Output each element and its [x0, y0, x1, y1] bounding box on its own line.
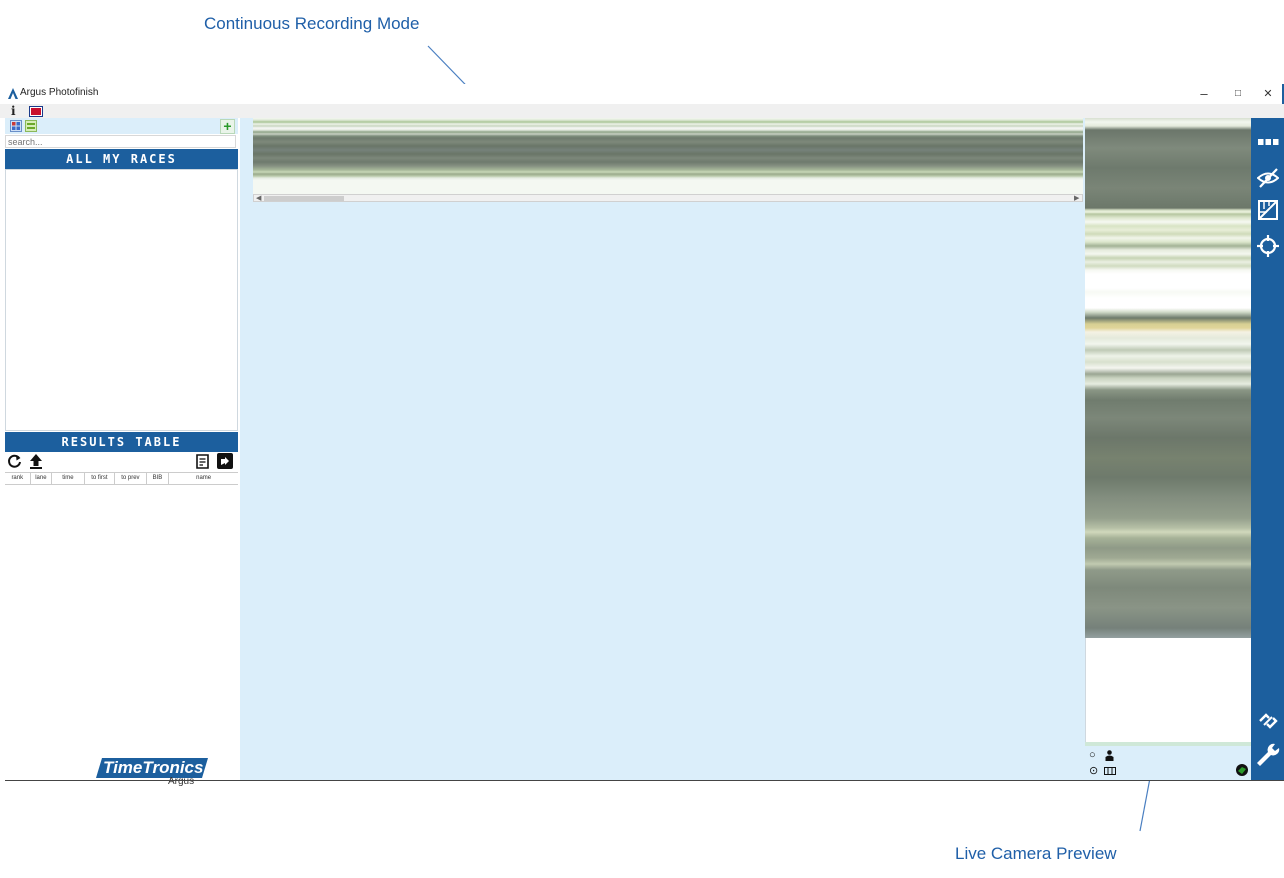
menu-bar: i — [0, 104, 1284, 118]
window-title: Argus Photofinish — [20, 87, 99, 98]
search-input[interactable] — [5, 135, 236, 148]
minimize-button[interactable]: – — [1193, 85, 1215, 103]
refresh-icon[interactable] — [7, 454, 22, 469]
col-to-prev[interactable]: to prev — [115, 473, 147, 484]
races-toolbar: + — [5, 118, 238, 134]
add-race-button[interactable]: + — [220, 119, 235, 134]
language-flag-icon[interactable] — [30, 107, 42, 116]
argus-app-icon — [8, 88, 18, 99]
right-toolbar — [1251, 118, 1284, 780]
record-circle-icon[interactable]: ○ — [1089, 749, 1096, 761]
film-icon[interactable] — [1104, 767, 1116, 775]
unlink-icon[interactable] — [1257, 710, 1279, 732]
live-camera-preview[interactable] — [1085, 118, 1251, 638]
upload-icon[interactable] — [29, 453, 43, 469]
crosshair-icon[interactable] — [1257, 235, 1279, 257]
race-view-icon[interactable] — [10, 120, 22, 132]
continuous-recording-strip[interactable] — [253, 118, 1083, 180]
target-icon[interactable]: ⊙ — [1089, 764, 1098, 777]
all-my-races-header: ALL MY RACES — [5, 149, 238, 169]
workspace: ◀ ▶ — [240, 118, 1085, 780]
dots-menu-icon[interactable] — [1257, 132, 1279, 154]
restore-button[interactable]: □ — [1227, 85, 1249, 103]
preview-controls: ○ ⊙ — [1085, 742, 1251, 780]
app-window: Argus Photofinish – □ ✕ i + ALL — [0, 84, 1284, 787]
col-lane[interactable]: lane — [31, 473, 53, 484]
window-bottom-border — [5, 780, 1284, 781]
logo-product: Argus — [168, 776, 195, 787]
scrollbar-thumb[interactable] — [264, 196, 344, 201]
export-icon[interactable] — [217, 453, 233, 469]
col-rank[interactable]: rank — [5, 473, 31, 484]
col-bib[interactable]: BIB — [147, 473, 170, 484]
preview-blank-area — [1085, 638, 1251, 742]
results-toolbar — [5, 452, 238, 472]
event-view-icon[interactable] — [25, 120, 37, 132]
results-table-header-row: rank lane time to first to prev BIB name — [5, 472, 238, 485]
person-icon[interactable] — [1105, 750, 1114, 761]
strip-margin — [253, 180, 1083, 194]
horizontal-scrollbar[interactable]: ◀ ▶ — [253, 194, 1083, 202]
logo-brand: TimeTronics — [103, 758, 204, 777]
left-panel: + ALL MY RACES RESULTS TABLE — [5, 118, 238, 787]
races-list[interactable] — [5, 169, 238, 431]
scroll-right-arrow-icon[interactable]: ▶ — [1074, 194, 1079, 202]
info-icon[interactable]: i — [11, 104, 16, 118]
hide-icon[interactable] — [1257, 167, 1279, 189]
title-bar: Argus Photofinish – □ ✕ — [0, 84, 1284, 104]
col-name[interactable]: name — [169, 473, 238, 484]
col-to-first[interactable]: to first — [85, 473, 116, 484]
timetronics-logo: TimeTronics Argus — [96, 758, 208, 788]
col-time[interactable]: time — [52, 473, 85, 484]
plug-icon[interactable] — [1235, 763, 1249, 777]
document-icon[interactable] — [196, 454, 209, 469]
scroll-left-arrow-icon[interactable]: ◀ — [256, 194, 261, 202]
crop-frame-icon[interactable] — [1257, 199, 1279, 221]
close-button[interactable]: ✕ — [1257, 85, 1279, 103]
wrench-icon[interactable] — [1255, 742, 1281, 768]
results-table-header: RESULTS TABLE — [5, 432, 238, 452]
